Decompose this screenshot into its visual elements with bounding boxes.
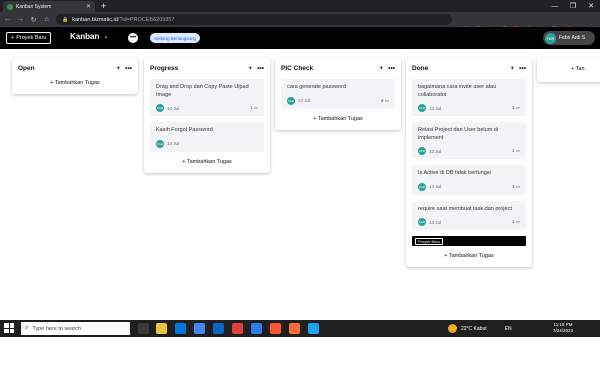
avatar: FAR (156, 139, 164, 148)
comment-count: 6 ▭ (380, 97, 389, 103)
forward-icon[interactable]: → (15, 12, 26, 27)
taskbar-search[interactable]: ⌕ Type here to search (21, 322, 130, 335)
back-icon[interactable]: ← (2, 12, 13, 27)
more-icon[interactable]: ••• (125, 65, 132, 72)
column-done: Done + ••• bagaimana cara invite user at… (406, 58, 532, 267)
comment-icon: ▭ (515, 183, 520, 189)
search-icon: ⌕ (25, 325, 29, 331)
tab-title: Kanban System (16, 3, 52, 10)
vscode-icon[interactable] (175, 323, 186, 334)
app-icon[interactable] (251, 323, 262, 334)
new-tab-icon[interactable]: + (101, 0, 106, 12)
app-header: + Proyek Baru Kanban ⌄ ••• Sedang Berlan… (0, 27, 600, 49)
maximize-icon[interactable]: ❐ (564, 0, 582, 12)
brave-icon[interactable] (270, 323, 281, 334)
avatar: FAR (418, 218, 426, 226)
column-pic-check: PIC Check + ••• cara generate password F… (275, 58, 401, 130)
add-task-button[interactable]: + Tan (571, 66, 585, 72)
task-card[interactable]: bagaimana cara invite user atau collabor… (412, 79, 526, 116)
reload-icon[interactable]: ↻ (28, 12, 39, 27)
avatar: FAR (418, 147, 426, 155)
comment-count: 1 ▭ (511, 183, 520, 189)
user-name: Febri Ardi S (559, 35, 586, 41)
task-card[interactable]: Is Active di DB tidak berfungsi FAR 13 J… (412, 165, 526, 195)
app-icon[interactable] (308, 323, 319, 334)
plus-icon: + (11, 35, 15, 41)
app-icon[interactable] (194, 323, 205, 334)
comment-icon: ▭ (253, 105, 258, 110)
app-brand[interactable]: Kanban ⌄ (70, 32, 108, 41)
comment-icon: ▭ (515, 105, 520, 110)
close-window-icon[interactable]: ✕ (582, 0, 600, 12)
url-text: kanban.bizmatic.id/?id=PROCEB6209857 (72, 16, 175, 23)
add-task-button[interactable]: + Tambahkan Tugas (281, 116, 395, 125)
task-card[interactable]: cara generate password FAR 14 Jul 6 ▭ (281, 79, 395, 109)
minimize-icon[interactable]: — (546, 0, 564, 12)
comment-icon: ▭ (515, 219, 520, 224)
avatar: FAR (418, 182, 426, 191)
task-card[interactable]: Kasih Forgot Password FAR 14 Jul (150, 122, 264, 152)
comment-icon: ▭ (384, 97, 389, 103)
comment-icon: ▭ (515, 148, 520, 153)
more-options-button[interactable]: ••• (128, 33, 138, 43)
chevron-down-icon: ⌄ (103, 34, 109, 40)
weather-text: 22°C Kabut (461, 325, 487, 332)
column-open: Open + ••• + Tambahkan Tugas (12, 58, 138, 94)
more-icon[interactable]: ••• (519, 65, 526, 72)
browser-toolbar: ← → ↻ ⌂ 🔒 kanban.bizmatic.id/?id=PROCEB6… (0, 12, 600, 35)
column-partial: + Tan (537, 58, 600, 82)
add-task-button[interactable]: + Tambahkan Tugas (412, 253, 526, 262)
column-title: Open (18, 64, 35, 72)
task-view-icon[interactable] (138, 323, 149, 334)
clock[interactable]: 11:16 PM 7/24/2023 (548, 322, 578, 334)
comment-count: 1 ▭ (249, 105, 258, 110)
favicon-icon (7, 3, 13, 10)
add-card-icon[interactable]: + (379, 65, 383, 72)
column-title: PIC Check (281, 64, 314, 72)
system-tray: 22°C Kabut EN (448, 320, 512, 337)
add-task-button[interactable]: + Tambahkan Tugas (150, 159, 264, 168)
comment-count: 1 ▭ (511, 148, 520, 153)
task-card[interactable]: require saat membuat task dan project FA… (412, 200, 526, 230)
comment-count: 1 ▭ (511, 219, 520, 224)
task-card[interactable]: Drag and Drop dan Copy Paste Ulpad Image… (150, 79, 264, 116)
column-title: Progress (150, 64, 179, 72)
avatar: FAR (287, 96, 295, 105)
windows-start-icon[interactable] (4, 323, 14, 333)
more-icon[interactable]: ••• (388, 65, 395, 72)
add-card-icon[interactable]: + (116, 65, 120, 72)
new-project-button[interactable]: + Proyek Baru (6, 32, 52, 44)
add-card-icon[interactable]: + (248, 65, 252, 72)
status-badge: Sedang Berlangsung (150, 33, 201, 43)
file-explorer-icon[interactable] (156, 323, 167, 334)
tab-close-icon[interactable]: ✕ (86, 4, 91, 10)
postman-icon[interactable] (289, 323, 300, 334)
task-card[interactable]: Relasi Project dan User belum di impleme… (412, 122, 526, 159)
home-icon[interactable]: ⌂ (41, 12, 52, 27)
more-icon[interactable]: ••• (257, 65, 264, 72)
column-progress: Progress + ••• Drag and Drop dan Copy Pa… (144, 58, 270, 173)
chrome-icon[interactable] (232, 323, 243, 334)
avatar: FAR (418, 104, 426, 112)
app-icon[interactable] (213, 323, 224, 334)
screen: Kanban System ✕ + — ❐ ✕ ← → ↻ ⌂ 🔒 kanban… (0, 0, 600, 366)
browser-tabstrip: Kanban System ✕ + — ❐ ✕ (0, 0, 600, 12)
column-title: Done (412, 64, 429, 72)
language-indicator[interactable]: EN (505, 326, 512, 332)
desktop-margin (0, 337, 600, 366)
user-menu[interactable]: FAR Febri Ardi S (543, 31, 595, 45)
lock-icon: 🔒 (62, 16, 69, 23)
add-card-icon[interactable]: + (510, 65, 514, 72)
drag-preview: Proyek Baru (412, 236, 526, 246)
kanban-board: Open + ••• + Tambahkan Tugas Progress + … (0, 49, 600, 320)
add-task-button[interactable]: + Tambahkan Tugas (18, 80, 132, 89)
avatar: FAR (156, 104, 164, 112)
weather-icon (448, 324, 457, 333)
avatar: FAR (545, 32, 556, 44)
taskbar: ⌕ Type here to search 22°C Kabut EN 11:1… (0, 320, 600, 337)
browser-tab[interactable]: Kanban System ✕ (3, 1, 95, 12)
address-bar[interactable]: 🔒 kanban.bizmatic.id/?id=PROCEB6209857 (56, 14, 452, 25)
comment-count: 1 ▭ (511, 105, 520, 110)
